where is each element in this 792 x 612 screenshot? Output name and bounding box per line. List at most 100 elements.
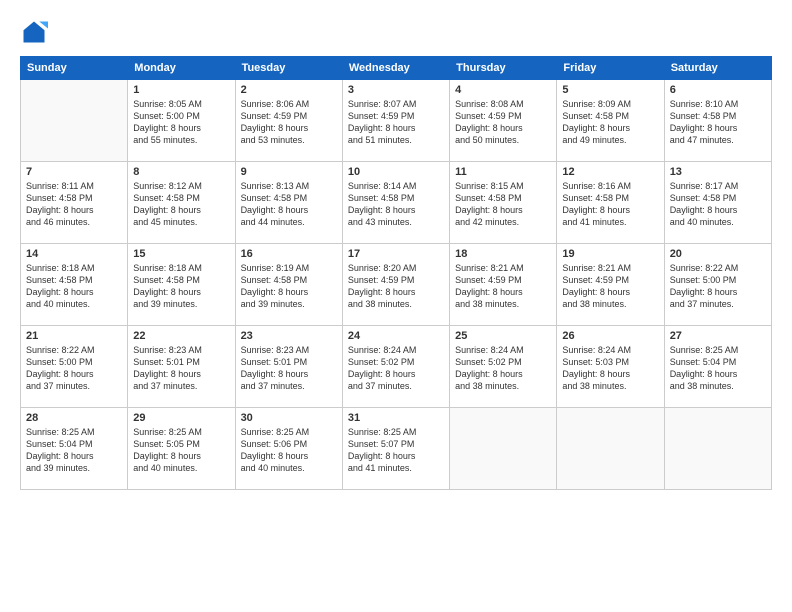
day-number: 22: [133, 330, 229, 342]
calendar-week-row: 1 Sunrise: 8:05 AMSunset: 5:00 PMDayligh…: [21, 80, 772, 162]
weekday-header: Saturday: [664, 57, 771, 80]
day-number: 20: [670, 248, 766, 260]
day-info: Sunrise: 8:18 AMSunset: 4:58 PMDaylight:…: [133, 262, 229, 311]
calendar-cell: 18 Sunrise: 8:21 AMSunset: 4:59 PMDaylig…: [450, 244, 557, 326]
calendar-cell: [450, 408, 557, 490]
day-info: Sunrise: 8:25 AMSunset: 5:05 PMDaylight:…: [133, 426, 229, 475]
day-info: Sunrise: 8:23 AMSunset: 5:01 PMDaylight:…: [133, 344, 229, 393]
day-info: Sunrise: 8:25 AMSunset: 5:07 PMDaylight:…: [348, 426, 444, 475]
day-number: 1: [133, 84, 229, 96]
calendar-cell: 25 Sunrise: 8:24 AMSunset: 5:02 PMDaylig…: [450, 326, 557, 408]
day-number: 31: [348, 412, 444, 424]
calendar-cell: 14 Sunrise: 8:18 AMSunset: 4:58 PMDaylig…: [21, 244, 128, 326]
day-info: Sunrise: 8:08 AMSunset: 4:59 PMDaylight:…: [455, 98, 551, 147]
calendar-cell: 10 Sunrise: 8:14 AMSunset: 4:58 PMDaylig…: [342, 162, 449, 244]
day-number: 11: [455, 166, 551, 178]
calendar-week-row: 14 Sunrise: 8:18 AMSunset: 4:58 PMDaylig…: [21, 244, 772, 326]
calendar-cell: 27 Sunrise: 8:25 AMSunset: 5:04 PMDaylig…: [664, 326, 771, 408]
day-info: Sunrise: 8:21 AMSunset: 4:59 PMDaylight:…: [562, 262, 658, 311]
calendar-cell: [664, 408, 771, 490]
day-info: Sunrise: 8:05 AMSunset: 5:00 PMDaylight:…: [133, 98, 229, 147]
day-number: 25: [455, 330, 551, 342]
day-number: 14: [26, 248, 122, 260]
calendar-cell: 19 Sunrise: 8:21 AMSunset: 4:59 PMDaylig…: [557, 244, 664, 326]
day-number: 6: [670, 84, 766, 96]
weekday-header: Wednesday: [342, 57, 449, 80]
day-info: Sunrise: 8:10 AMSunset: 4:58 PMDaylight:…: [670, 98, 766, 147]
day-info: Sunrise: 8:09 AMSunset: 4:58 PMDaylight:…: [562, 98, 658, 147]
day-info: Sunrise: 8:12 AMSunset: 4:58 PMDaylight:…: [133, 180, 229, 229]
calendar-cell: 17 Sunrise: 8:20 AMSunset: 4:59 PMDaylig…: [342, 244, 449, 326]
calendar-cell: 22 Sunrise: 8:23 AMSunset: 5:01 PMDaylig…: [128, 326, 235, 408]
calendar-cell: 12 Sunrise: 8:16 AMSunset: 4:58 PMDaylig…: [557, 162, 664, 244]
calendar-table: SundayMondayTuesdayWednesdayThursdayFrid…: [20, 56, 772, 490]
weekday-header: Thursday: [450, 57, 557, 80]
day-number: 30: [241, 412, 337, 424]
day-number: 4: [455, 84, 551, 96]
day-info: Sunrise: 8:23 AMSunset: 5:01 PMDaylight:…: [241, 344, 337, 393]
day-info: Sunrise: 8:24 AMSunset: 5:02 PMDaylight:…: [455, 344, 551, 393]
day-number: 23: [241, 330, 337, 342]
calendar-cell: 24 Sunrise: 8:24 AMSunset: 5:02 PMDaylig…: [342, 326, 449, 408]
day-number: 2: [241, 84, 337, 96]
day-info: Sunrise: 8:21 AMSunset: 4:59 PMDaylight:…: [455, 262, 551, 311]
day-number: 27: [670, 330, 766, 342]
day-info: Sunrise: 8:11 AMSunset: 4:58 PMDaylight:…: [26, 180, 122, 229]
calendar-cell: 15 Sunrise: 8:18 AMSunset: 4:58 PMDaylig…: [128, 244, 235, 326]
day-info: Sunrise: 8:24 AMSunset: 5:02 PMDaylight:…: [348, 344, 444, 393]
calendar-week-row: 7 Sunrise: 8:11 AMSunset: 4:58 PMDayligh…: [21, 162, 772, 244]
day-number: 29: [133, 412, 229, 424]
calendar-cell: 7 Sunrise: 8:11 AMSunset: 4:58 PMDayligh…: [21, 162, 128, 244]
day-number: 26: [562, 330, 658, 342]
weekday-header: Friday: [557, 57, 664, 80]
calendar-cell: 29 Sunrise: 8:25 AMSunset: 5:05 PMDaylig…: [128, 408, 235, 490]
calendar-cell: 20 Sunrise: 8:22 AMSunset: 5:00 PMDaylig…: [664, 244, 771, 326]
day-number: 7: [26, 166, 122, 178]
logo: [20, 18, 52, 46]
day-number: 16: [241, 248, 337, 260]
day-info: Sunrise: 8:17 AMSunset: 4:58 PMDaylight:…: [670, 180, 766, 229]
day-info: Sunrise: 8:25 AMSunset: 5:06 PMDaylight:…: [241, 426, 337, 475]
day-info: Sunrise: 8:20 AMSunset: 4:59 PMDaylight:…: [348, 262, 444, 311]
weekday-header: Monday: [128, 57, 235, 80]
day-info: Sunrise: 8:06 AMSunset: 4:59 PMDaylight:…: [241, 98, 337, 147]
day-info: Sunrise: 8:07 AMSunset: 4:59 PMDaylight:…: [348, 98, 444, 147]
day-number: 18: [455, 248, 551, 260]
day-number: 12: [562, 166, 658, 178]
day-number: 3: [348, 84, 444, 96]
calendar-cell: 13 Sunrise: 8:17 AMSunset: 4:58 PMDaylig…: [664, 162, 771, 244]
day-info: Sunrise: 8:15 AMSunset: 4:58 PMDaylight:…: [455, 180, 551, 229]
calendar-cell: 16 Sunrise: 8:19 AMSunset: 4:58 PMDaylig…: [235, 244, 342, 326]
day-number: 10: [348, 166, 444, 178]
calendar-cell: 26 Sunrise: 8:24 AMSunset: 5:03 PMDaylig…: [557, 326, 664, 408]
calendar-cell: [557, 408, 664, 490]
calendar-cell: 4 Sunrise: 8:08 AMSunset: 4:59 PMDayligh…: [450, 80, 557, 162]
day-number: 28: [26, 412, 122, 424]
calendar-week-row: 21 Sunrise: 8:22 AMSunset: 5:00 PMDaylig…: [21, 326, 772, 408]
calendar-cell: 6 Sunrise: 8:10 AMSunset: 4:58 PMDayligh…: [664, 80, 771, 162]
calendar-cell: 2 Sunrise: 8:06 AMSunset: 4:59 PMDayligh…: [235, 80, 342, 162]
weekday-header: Sunday: [21, 57, 128, 80]
calendar-header-row: SundayMondayTuesdayWednesdayThursdayFrid…: [21, 57, 772, 80]
day-number: 13: [670, 166, 766, 178]
day-number: 17: [348, 248, 444, 260]
day-info: Sunrise: 8:24 AMSunset: 5:03 PMDaylight:…: [562, 344, 658, 393]
logo-icon: [20, 18, 48, 46]
calendar-cell: 9 Sunrise: 8:13 AMSunset: 4:58 PMDayligh…: [235, 162, 342, 244]
calendar-cell: 30 Sunrise: 8:25 AMSunset: 5:06 PMDaylig…: [235, 408, 342, 490]
day-number: 8: [133, 166, 229, 178]
day-info: Sunrise: 8:25 AMSunset: 5:04 PMDaylight:…: [670, 344, 766, 393]
day-info: Sunrise: 8:14 AMSunset: 4:58 PMDaylight:…: [348, 180, 444, 229]
day-number: 24: [348, 330, 444, 342]
calendar-cell: 21 Sunrise: 8:22 AMSunset: 5:00 PMDaylig…: [21, 326, 128, 408]
calendar-cell: 8 Sunrise: 8:12 AMSunset: 4:58 PMDayligh…: [128, 162, 235, 244]
day-info: Sunrise: 8:18 AMSunset: 4:58 PMDaylight:…: [26, 262, 122, 311]
day-info: Sunrise: 8:19 AMSunset: 4:58 PMDaylight:…: [241, 262, 337, 311]
day-info: Sunrise: 8:16 AMSunset: 4:58 PMDaylight:…: [562, 180, 658, 229]
calendar-cell: 11 Sunrise: 8:15 AMSunset: 4:58 PMDaylig…: [450, 162, 557, 244]
day-info: Sunrise: 8:22 AMSunset: 5:00 PMDaylight:…: [26, 344, 122, 393]
calendar-cell: 28 Sunrise: 8:25 AMSunset: 5:04 PMDaylig…: [21, 408, 128, 490]
day-number: 15: [133, 248, 229, 260]
weekday-header: Tuesday: [235, 57, 342, 80]
page: SundayMondayTuesdayWednesdayThursdayFrid…: [0, 0, 792, 612]
